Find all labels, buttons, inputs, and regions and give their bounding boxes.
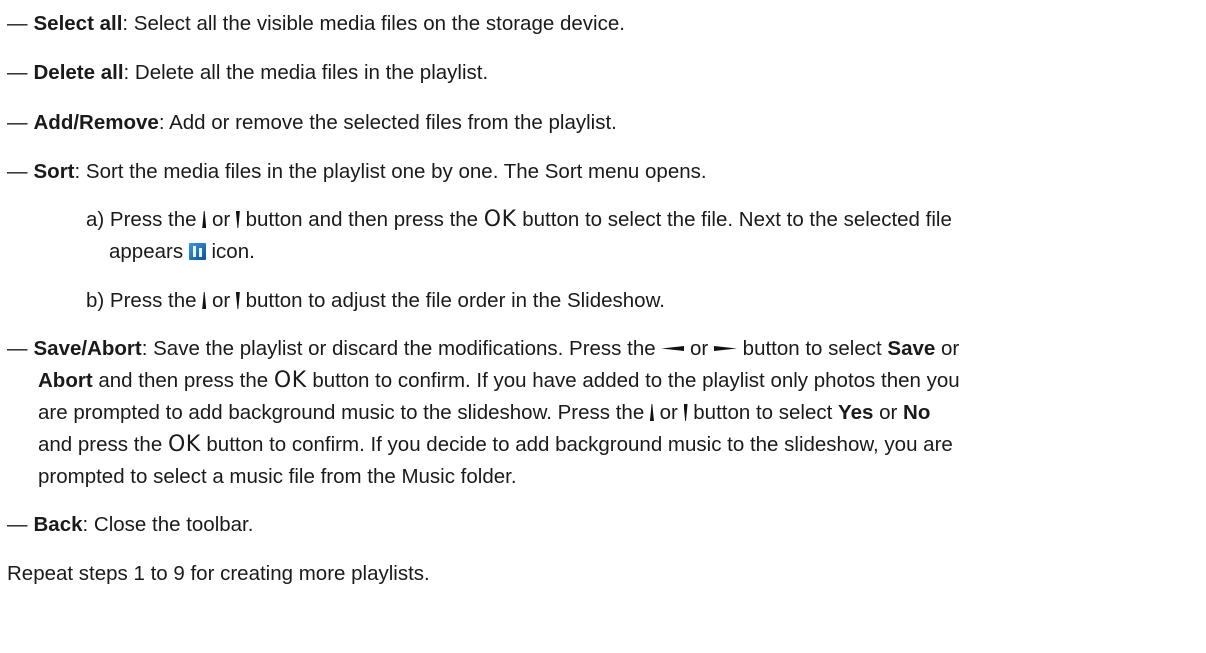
list-item-add-remove: — Add/Remove: Add or remove the selected … — [7, 111, 617, 135]
step-a-rest: button to select the file. Next to the s… — [522, 208, 952, 231]
step-a-mid: button and then press the — [245, 208, 479, 231]
save-abort-l4b: button to confirm. If you decide to add … — [206, 433, 953, 456]
save-abort-l5: prompted to select a music file from the… — [38, 465, 517, 488]
save-abort-l1a: : Save the playlist or discard the modif… — [141, 337, 656, 360]
ok-button-label: OK — [273, 368, 307, 393]
or-text: or — [211, 289, 231, 312]
abort-term: Abort — [38, 369, 93, 392]
ok-button-label: OK — [167, 432, 201, 457]
sort-order-icon — [188, 243, 206, 260]
down-arrow-icon — [235, 292, 240, 309]
term-add-remove: Add/Remove — [33, 111, 159, 134]
save-term: Save — [887, 337, 936, 360]
save-abort-l3a: are prompted to add background music to … — [38, 401, 645, 424]
dash: — — [7, 160, 28, 183]
step-a-line2-post: icon. — [211, 240, 255, 263]
dash: — — [7, 12, 28, 35]
list-item-select-all: — Select all: Select all the visible medi… — [7, 12, 625, 36]
step-b-rest: button to adjust the file order in the S… — [245, 289, 665, 312]
dash: — — [7, 111, 28, 134]
dash: — — [7, 61, 28, 84]
yes-term: Yes — [838, 401, 874, 424]
sort-step-b: b) Press the or button to adjust the fil… — [86, 289, 665, 313]
or-text: or — [690, 337, 709, 360]
ok-button-label: OK — [483, 207, 517, 232]
list-item-delete-all: — Delete all: Delete all the media files … — [7, 61, 488, 85]
description: : Add or remove the selected files from … — [158, 111, 617, 134]
step-a-prefix: a) Press the — [86, 208, 197, 231]
step-a-line2-pre: appears — [109, 240, 184, 263]
step-b-prefix: b) Press the — [86, 289, 197, 312]
term-delete-all: Delete all — [33, 61, 124, 84]
save-abort-l1b: button to select — [742, 337, 882, 360]
sort-step-a: a) Press the or button and then press th… — [86, 208, 952, 232]
list-item-sort: — Sort: Sort the media files in the playl… — [7, 160, 707, 184]
or-text: or — [211, 208, 231, 231]
up-arrow-icon — [202, 292, 207, 309]
term-save-abort: Save/Abort — [33, 337, 142, 360]
list-item-save-abort: — Save/Abort: Save the playlist or discar… — [7, 337, 959, 361]
up-arrow-icon — [202, 211, 207, 228]
list-item-back: — Back: Close the toolbar. — [7, 513, 253, 537]
save-abort-line-3: are prompted to add background music to … — [38, 401, 930, 425]
down-arrow-icon — [683, 404, 688, 421]
save-abort-l2a: and then press the — [98, 369, 269, 392]
or-text: or — [659, 401, 678, 424]
save-abort-line-5: prompted to select a music file from the… — [38, 465, 517, 489]
term-select-all: Select all — [33, 12, 123, 35]
left-arrow-icon — [661, 346, 685, 351]
footer-note: Repeat steps 1 to 9 for creating more pl… — [7, 562, 430, 585]
description: : Sort the media files in the playlist o… — [74, 160, 707, 183]
save-abort-l1c: or — [941, 337, 960, 360]
right-arrow-icon — [713, 346, 737, 351]
save-abort-l4a: and press the — [38, 433, 163, 456]
up-arrow-icon — [649, 404, 654, 421]
or-text: or — [879, 401, 898, 424]
save-abort-l3b: button to select — [693, 401, 833, 424]
down-arrow-icon — [235, 211, 240, 228]
save-abort-line-2: Abort and then press the OK button to co… — [38, 369, 960, 393]
no-term: No — [903, 401, 931, 424]
term-back: Back — [33, 513, 83, 536]
save-abort-l2b: button to confirm. If you have added to … — [312, 369, 960, 392]
description: : Select all the visible media files on … — [122, 12, 625, 35]
dash: — — [7, 337, 28, 360]
description: : Delete all the media files in the play… — [123, 61, 489, 84]
save-abort-line-4: and press the OK button to confirm. If y… — [38, 433, 953, 457]
sort-step-a-cont: appears icon. — [109, 240, 255, 264]
term-sort: Sort — [33, 160, 75, 183]
dash: — — [7, 513, 28, 536]
description: : Close the toolbar. — [82, 513, 254, 536]
